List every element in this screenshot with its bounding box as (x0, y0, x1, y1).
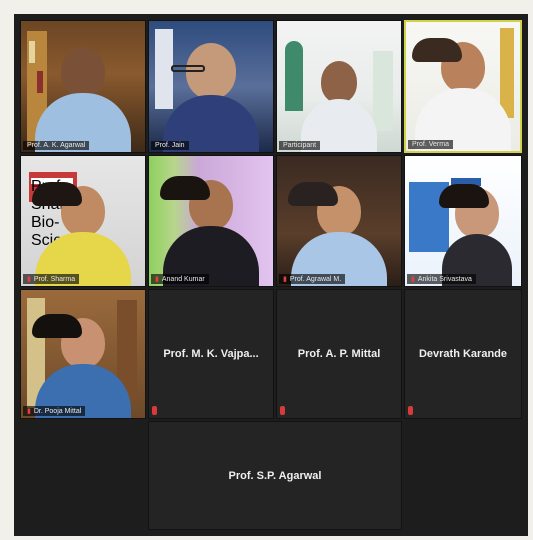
participant-name: Devrath Karande (418, 348, 508, 360)
camera-off-tile-4[interactable]: Prof. S.P. Agarwal (148, 421, 402, 530)
camera-off-tile-2[interactable]: Prof. A. P. Mittal (276, 289, 402, 419)
participant-name-label: ▮ Prof. Sharma (23, 274, 80, 284)
muted-mic-icon: ▮ (27, 408, 31, 415)
video-tile-participant-5[interactable]: Prof. Sharma Bio-Sciences ▮Prof. Sharma (20, 155, 146, 287)
participant-name-label: ▮ Anand Kumar (151, 274, 209, 284)
muted-mic-icon (280, 406, 285, 415)
participant-name-label: Prof. Verma (408, 140, 453, 149)
camera-off-tile-1[interactable]: Prof. M. K. Vajpa... (148, 289, 274, 419)
video-tile-participant-1[interactable]: Prof. A. K. Agarwal (20, 20, 146, 153)
video-gallery-grid: Prof. A. K. Agarwal Prof. Jain Participa… (14, 14, 528, 536)
video-tile-participant-2[interactable]: Prof. Jain (148, 20, 274, 153)
video-tile-participant-9[interactable]: ▮ Dr. Pooja Mittal (20, 289, 146, 419)
video-tile-participant-3[interactable]: Participant (276, 20, 402, 153)
muted-mic-icon: ▮ (283, 276, 287, 283)
participant-name: Prof. M. K. Vajpa... (163, 348, 259, 360)
video-tile-participant-8[interactable]: ▮ Ankita Srivastava (404, 155, 522, 287)
participant-name-label: Prof. A. K. Agarwal (23, 141, 90, 150)
participant-name: Prof. A. P. Mittal (297, 348, 381, 360)
participant-name-label: Participant (279, 141, 321, 150)
participant-name: Prof. S.P. Agarwal (228, 469, 322, 482)
muted-mic-icon: ▮ (411, 276, 415, 283)
muted-mic-icon: ▮ (155, 276, 159, 283)
participant-name-label: ▮ Dr. Pooja Mittal (23, 406, 86, 416)
muted-mic-icon: ▮ (27, 276, 31, 283)
muted-mic-icon (152, 406, 157, 415)
video-tile-active-speaker[interactable]: Prof. Verma (404, 20, 522, 153)
video-tile-participant-7[interactable]: ▮ Prof. Agrawal M. (276, 155, 402, 287)
muted-mic-icon (408, 406, 413, 415)
participant-name-label: ▮ Ankita Srivastava (407, 274, 476, 284)
participant-name-label: ▮ Prof. Agrawal M. (279, 274, 346, 284)
camera-off-tile-3[interactable]: Devrath Karande (404, 289, 522, 419)
video-tile-participant-6[interactable]: ▮ Anand Kumar (148, 155, 274, 287)
participant-name-label: Prof. Jain (151, 141, 189, 150)
